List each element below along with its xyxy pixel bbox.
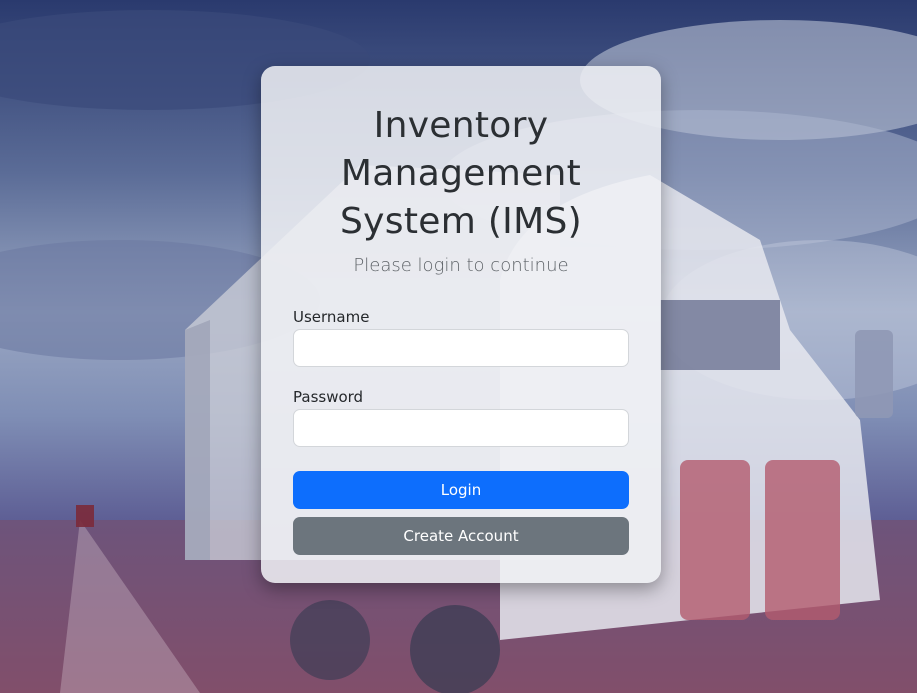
create-account-button[interactable]: Create Account [293, 517, 629, 555]
password-input[interactable] [293, 409, 629, 447]
login-button[interactable]: Login [293, 471, 629, 509]
password-label: Password [293, 388, 364, 406]
page-title: Inventory Management System (IMS) [340, 105, 582, 242]
login-card: Inventory Management System (IMS) Please… [261, 66, 661, 583]
username-input[interactable] [293, 329, 629, 367]
username-label: Username [293, 308, 370, 326]
login-subtitle: Please login to continue [353, 255, 569, 276]
